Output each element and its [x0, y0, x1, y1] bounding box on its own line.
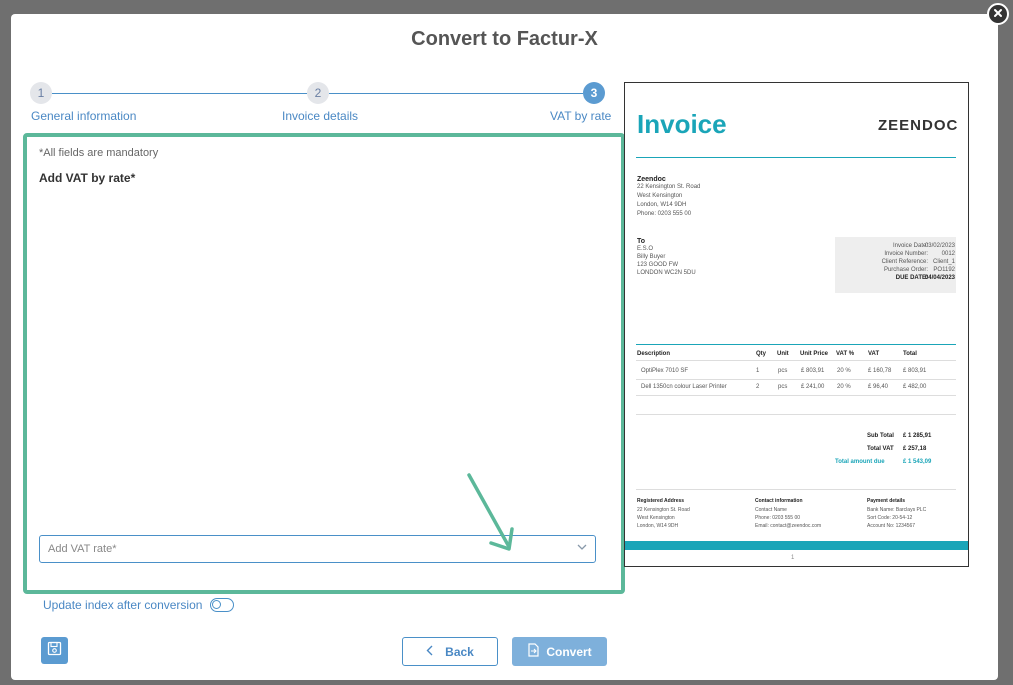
invoice-preview: Invoice ZEENDOC Zeendoc 22 Kensington St…: [624, 82, 969, 567]
table-cell: £ 482,00: [903, 384, 927, 390]
annotation-arrow-icon: [467, 473, 514, 551]
seller-line-4: Phone: 0203 555 00: [637, 211, 692, 217]
meta-value: 0012: [941, 251, 955, 257]
chevron-left-icon: [426, 645, 433, 659]
footer-line: 22 Kensington St. Road: [637, 507, 690, 513]
title-divider: [636, 157, 956, 158]
stepper-line-1: [52, 93, 307, 94]
meta-key: Client Reference:: [881, 259, 928, 265]
footer-col-title: Payment details: [867, 498, 906, 504]
invoice-title: Invoice: [637, 109, 727, 139]
step-1-label[interactable]: General information: [31, 109, 136, 123]
invoice-footer-band: [625, 541, 968, 550]
meta-value: Client_1: [932, 259, 955, 265]
table-header: Qty: [756, 351, 767, 357]
back-button[interactable]: Back: [402, 637, 498, 666]
update-index-toggle-row: Update index after conversion: [43, 598, 235, 612]
footer-line: Email: contact@zeendoc.com: [755, 523, 822, 529]
footer-line: London, W14 9DH: [637, 523, 679, 529]
meta-key: Invoice Number:: [884, 251, 928, 257]
footer-line: Contact Name: [755, 507, 787, 513]
table-header: Description: [637, 351, 671, 357]
subtotal-label: Sub Total: [867, 433, 894, 439]
table-cell: Dell 1350cn colour Laser Printer: [641, 384, 727, 390]
stepper-line-2: [329, 93, 583, 94]
subtotal-value: £ 1 285,91: [903, 433, 932, 439]
meta-value: 04/04/2023: [924, 275, 955, 281]
seller-line-3: London, W14 9DH: [637, 202, 687, 208]
update-index-toggle[interactable]: [210, 598, 235, 612]
save-icon: [47, 641, 62, 661]
toggle-knob: [212, 600, 222, 609]
footer-line: Bank Name: Barclays PLC: [867, 507, 927, 513]
meta-key: DUE DATE:: [895, 275, 928, 281]
table-cell: £ 96,40: [868, 384, 889, 390]
table-divider: [636, 414, 956, 415]
vat-form-panel: *All fields are mandatory Add VAT by rat…: [23, 133, 625, 594]
table-cell: 20 %: [837, 384, 851, 390]
table-header: Unit: [777, 351, 789, 357]
vat-rate-placeholder: Add VAT rate*: [48, 543, 117, 555]
footer-divider: [636, 489, 956, 490]
table-header: VAT: [868, 351, 880, 357]
back-label: Back: [445, 644, 474, 659]
table-cell: 1: [756, 368, 760, 374]
meta-value: PO1192: [933, 267, 955, 273]
table-cell: OptiPlex 7010 SF: [641, 368, 689, 374]
step-3-circle[interactable]: 3: [583, 82, 605, 104]
convert-button[interactable]: Convert: [512, 637, 607, 666]
convert-modal: Convert to Factur-X 1 2 3 General inform…: [11, 14, 998, 680]
meta-value: 03/02/2023: [924, 243, 955, 249]
step-2-circle[interactable]: 2: [307, 82, 329, 104]
buyer-line-4: LONDON WC2N 5DU: [637, 270, 696, 276]
meta-key: Purchase Order:: [883, 267, 928, 273]
table-divider: [636, 395, 956, 396]
total-vat-value: £ 257,18: [903, 446, 927, 452]
step-1-circle[interactable]: 1: [30, 82, 52, 104]
section-title: Add VAT by rate*: [39, 171, 136, 185]
table-cell: £ 803,91: [903, 368, 927, 374]
footer-line: West Kensington: [637, 515, 675, 521]
table-header: Total: [903, 351, 917, 357]
table-header: Unit Price: [800, 351, 829, 357]
amount-due-value: £ 1 543,09: [903, 459, 932, 465]
table-cell: 2: [756, 384, 760, 390]
convert-file-icon: [527, 643, 540, 660]
amount-due-label: Total amount due: [835, 459, 885, 465]
footer-line: Sort Code: 20-54-12: [867, 515, 913, 521]
table-top-divider: [636, 344, 956, 345]
save-button[interactable]: [41, 637, 68, 664]
invoice-meta-box: Invoice Date: 03/02/2023 Invoice Number:…: [835, 237, 956, 293]
close-icon: [993, 5, 1003, 23]
table-cell: £ 803,91: [801, 368, 825, 374]
chevron-down-icon: [577, 542, 587, 555]
table-divider: [636, 360, 956, 361]
footer-col-title: Contact information: [755, 498, 803, 504]
zeendoc-logo: ZEENDOC: [878, 117, 959, 134]
modal-title: Convert to Factur-X: [411, 28, 598, 50]
table-cell: 20 %: [837, 368, 851, 374]
step-3-label[interactable]: VAT by rate: [550, 109, 611, 123]
table-cell: pcs: [778, 368, 788, 374]
total-vat-label: Total VAT: [867, 446, 894, 452]
meta-key: Invoice Date:: [892, 243, 928, 249]
table-header: VAT %: [836, 351, 855, 357]
convert-label: Convert: [546, 644, 592, 659]
seller-line-1: 22 Kensington St. Road: [637, 184, 701, 190]
table-cell: £ 241,00: [801, 384, 825, 390]
footer-line: Account No: 1234567: [867, 523, 916, 529]
seller-line-2: West Kensington: [637, 193, 683, 199]
mandatory-note: *All fields are mandatory: [39, 147, 159, 159]
footer-line: Phone: 0203 555 00: [755, 515, 801, 521]
table-cell: pcs: [778, 384, 788, 390]
page-number: 1: [791, 555, 795, 561]
table-cell: £ 160,78: [868, 368, 892, 374]
step-2-label[interactable]: Invoice details: [282, 109, 358, 123]
update-index-label: Update index after conversion: [43, 598, 203, 612]
table-divider: [636, 379, 956, 380]
close-button[interactable]: [987, 3, 1009, 25]
footer-col-title: Registered Address: [637, 498, 685, 504]
